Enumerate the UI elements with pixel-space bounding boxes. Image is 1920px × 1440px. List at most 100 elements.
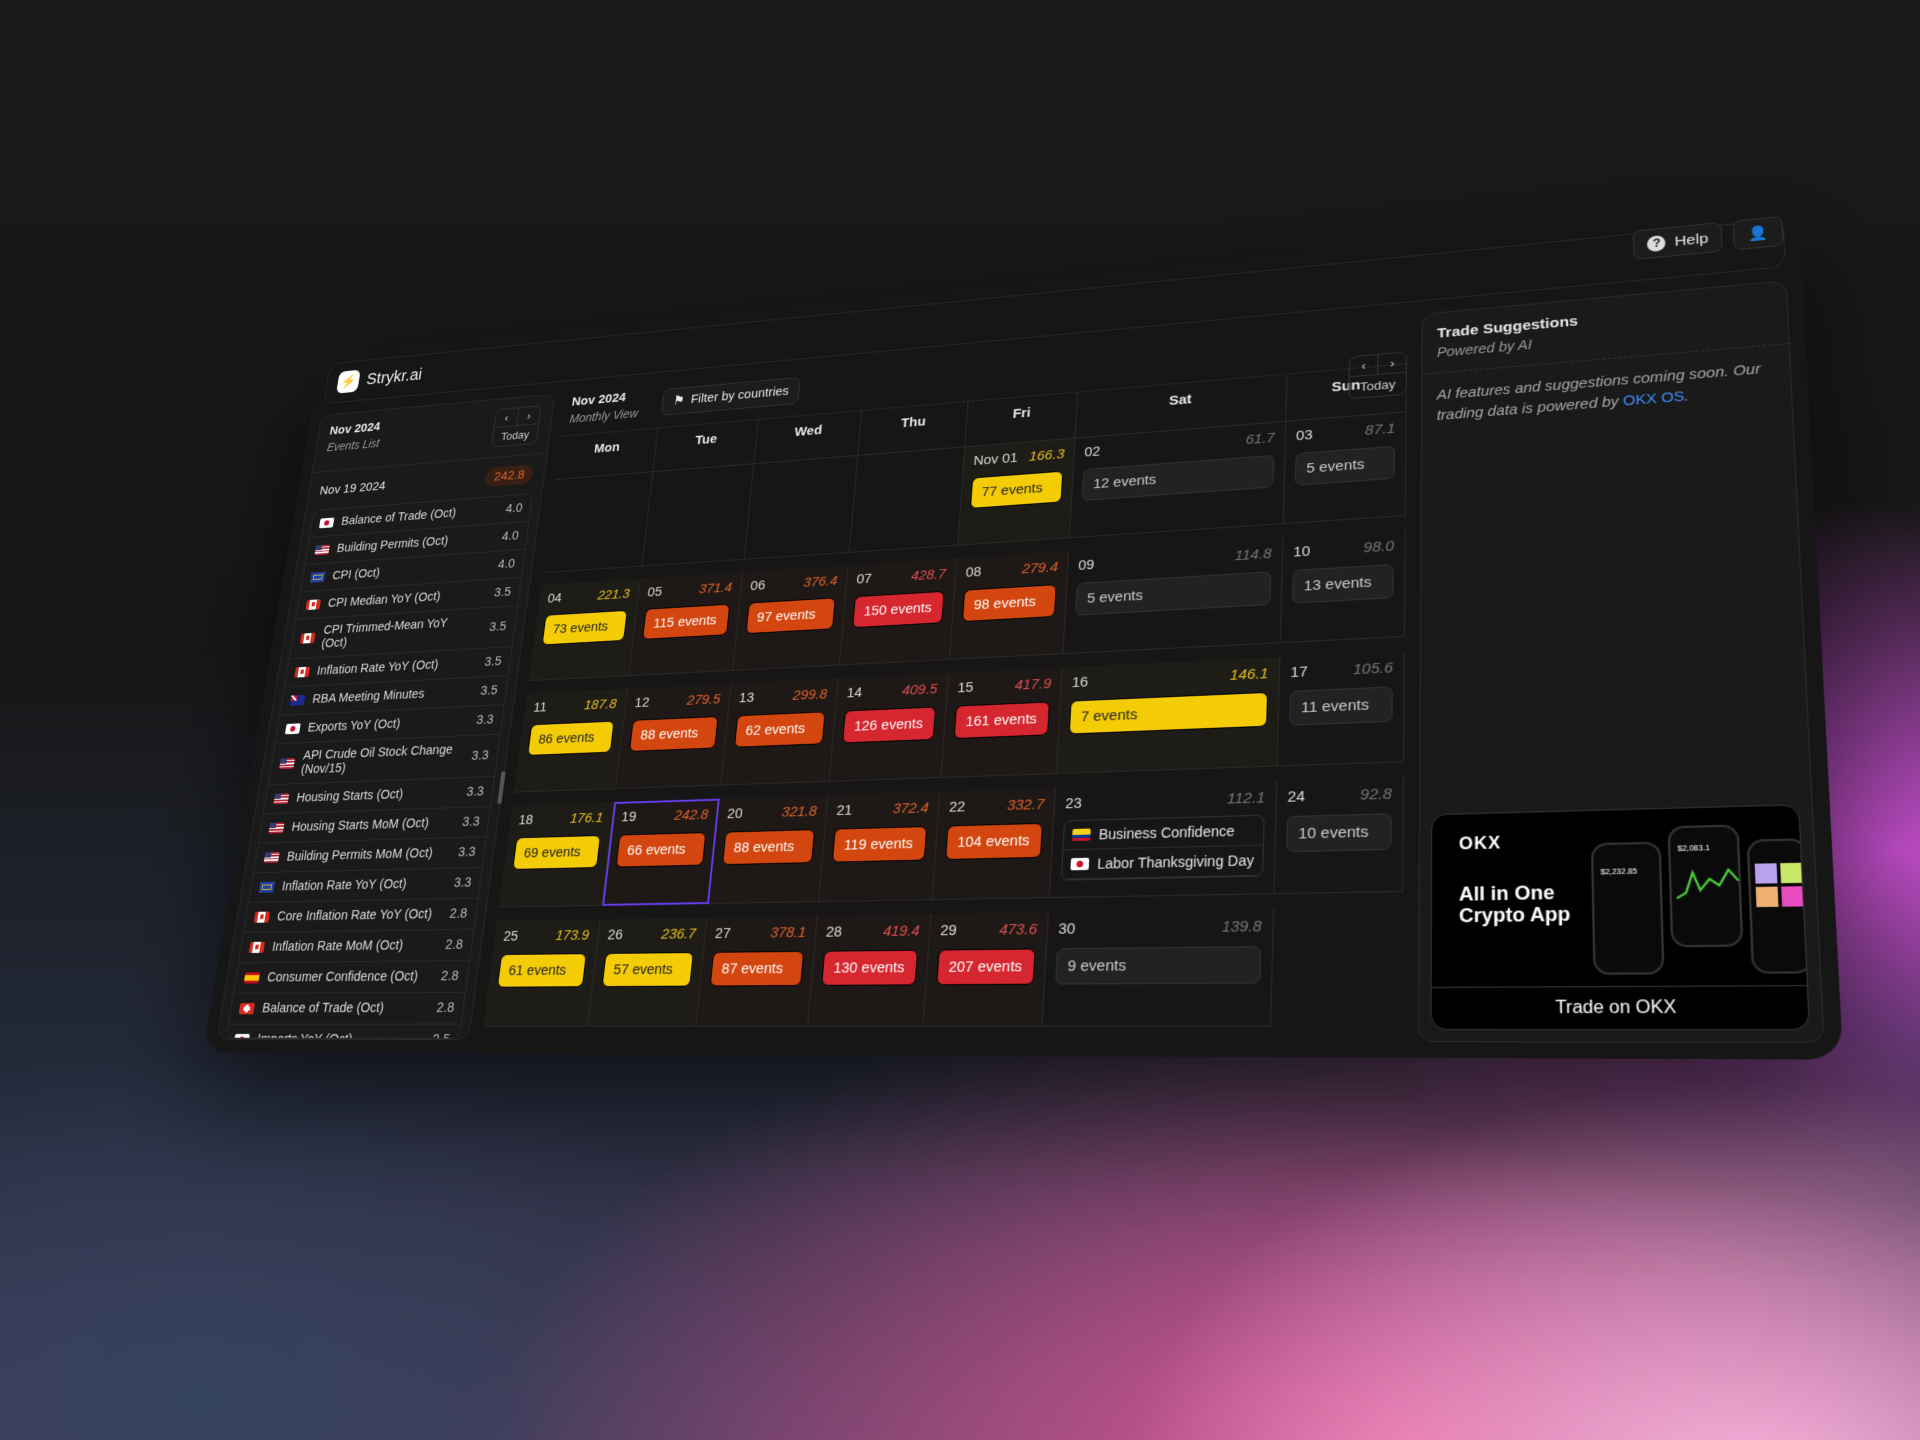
calendar-day-cell[interactable]: 22 332.7 104 events	[932, 787, 1057, 901]
events-count-badge[interactable]: 126 events	[842, 706, 937, 744]
calendar-day-cell[interactable]: 08 279.4 98 events	[950, 551, 1070, 660]
events-count-badge[interactable]: 115 events	[642, 603, 731, 640]
chevron-left-icon[interactable]: ‹	[494, 408, 520, 428]
events-count-badge[interactable]: 98 events	[962, 584, 1057, 623]
calendar-day-cell[interactable]: Nov 01 166.3 77 events	[958, 438, 1076, 546]
calendar-day-cell[interactable]: 24 92.8 10 events	[1274, 776, 1404, 895]
day-number: 04	[546, 590, 563, 607]
day-score: 139.8	[1221, 917, 1262, 936]
day-number: 11	[532, 699, 548, 716]
events-count-badge[interactable]: 87 events	[709, 950, 805, 987]
events-count-badge[interactable]: 207 events	[936, 948, 1036, 986]
events-count-badge[interactable]: 97 events	[745, 597, 836, 635]
events-count-badge[interactable]: 73 events	[541, 609, 628, 646]
events-count-badge[interactable]: 88 events	[722, 829, 816, 866]
mini-event-item[interactable]: Labor Thanksgiving Day	[1062, 845, 1263, 880]
calendar-day-cell[interactable]: 27 378.1 87 events	[696, 915, 818, 1027]
selected-day-label: Nov 19 2024	[318, 478, 387, 498]
day-score: 166.3	[1028, 446, 1065, 465]
day-score: 146.1	[1229, 665, 1269, 684]
calendar-day-cell[interactable]: 14 409.5 126 events	[829, 672, 950, 782]
calendar-day-cell[interactable]: 18 176.1 69 events	[498, 802, 615, 908]
calendar-day-cell[interactable]: 07 428.7 150 events	[839, 558, 958, 666]
day-number: 06	[749, 577, 767, 594]
calendar-today-button[interactable]: Today	[1350, 373, 1406, 399]
events-count-badge[interactable]: 13 events	[1291, 563, 1394, 604]
chevron-right-icon[interactable]: ›	[1378, 352, 1406, 374]
event-list-item[interactable]: Balance of Trade (Oct) 2.8	[228, 992, 465, 1025]
event-name: CPI Median YoY (Oct)	[326, 589, 442, 611]
calendar-day-cell[interactable]: 05 371.4 115 events	[629, 572, 744, 676]
event-list-item[interactable]: Imports YoY (Oct) 2.5	[225, 1024, 461, 1040]
events-list-scrollbar[interactable]	[497, 771, 506, 805]
okx-ad-banner[interactable]: OKX All in One Crypto App $2,232.85 $2,0…	[1430, 804, 1811, 1031]
events-count-badge[interactable]: 77 events	[970, 470, 1064, 509]
okx-logo: OKX	[1458, 834, 1502, 854]
okx-os-link[interactable]: OKX OS	[1623, 389, 1685, 409]
event-list-item[interactable]: Consumer Confidence (Oct) 2.8	[233, 961, 470, 994]
chevron-right-icon[interactable]: ›	[517, 406, 541, 425]
events-count-badge[interactable]: 69 events	[512, 835, 601, 870]
events-count-badge[interactable]: 86 events	[527, 720, 615, 756]
events-count-badge[interactable]: 57 events	[601, 952, 694, 988]
filter-by-countries-button[interactable]: ⚑ Filter by countries	[660, 376, 802, 416]
event-list-item[interactable]: Core Inflation Rate YoY (Oct) 2.8	[243, 898, 478, 933]
events-count-badge[interactable]: 11 events	[1289, 686, 1393, 726]
day-score: 187.8	[583, 696, 618, 714]
event-impact-value: 2.8	[444, 937, 464, 953]
trade-on-okx-button[interactable]: Trade on OKX	[1431, 985, 1809, 1030]
calendar-day-cell[interactable]: 15 417.9 161 events	[941, 667, 1063, 778]
mini-event-name: Business Confidence	[1098, 822, 1235, 843]
calendar-day-cell[interactable]: 20 321.8 88 events	[708, 795, 829, 904]
event-list-item[interactable]: Inflation Rate YoY (Oct) 3.3	[248, 867, 482, 903]
day-score: 221.3	[596, 586, 631, 604]
events-count-badge[interactable]: 5 events	[1294, 445, 1395, 486]
events-count-badge[interactable]: 119 events	[831, 826, 928, 863]
calendar-day-cell[interactable]: 13 299.8 62 events	[721, 678, 839, 786]
events-count-badge[interactable]: 5 events	[1075, 571, 1272, 616]
calendar-day-cell[interactable]: 06 376.4 97 events	[733, 565, 849, 671]
chevron-left-icon[interactable]: ‹	[1349, 354, 1379, 377]
calendar-day-cell[interactable]: 21 372.4 119 events	[819, 791, 941, 903]
day-score: 242.8	[673, 806, 710, 824]
calendar-day-cell[interactable]: 30 139.8 9 events	[1042, 908, 1275, 1027]
app-name: Strykr.ai	[365, 365, 424, 389]
calendar-day-cell[interactable]: 04 221.3 73 events	[528, 578, 641, 682]
calendar-day-cell[interactable]: 09 114.8 5 events	[1063, 537, 1284, 655]
day-score: 378.1	[769, 924, 807, 942]
events-count-badge[interactable]: 66 events	[615, 832, 707, 868]
events-count-badge[interactable]: 12 events	[1081, 454, 1275, 501]
day-score: 87.1	[1364, 420, 1396, 439]
lightning-bolt-icon[interactable]: ⚡	[336, 369, 361, 394]
events-count-badge[interactable]: 61 events	[496, 953, 587, 988]
calendar-day-cell[interactable]: 12 279.5 88 events	[616, 683, 732, 790]
events-count-badge[interactable]: 161 events	[953, 701, 1051, 740]
events-count-badge[interactable]: 10 events	[1286, 813, 1392, 853]
calendar-day-cell[interactable]: 11 187.8 86 events	[513, 688, 628, 793]
calendar-day-cell[interactable]: 23 112.1 Business Confidence Labor Thanksgi…	[1049, 780, 1278, 899]
day-number: 18	[517, 811, 535, 829]
events-count-badge[interactable]: 88 events	[629, 716, 719, 752]
events-count-badge[interactable]: 150 events	[852, 590, 945, 629]
calendar-day-cell[interactable]: 02 61.7 12 events	[1070, 421, 1287, 539]
event-impact-value: 3.5	[479, 683, 499, 699]
calendar-day-cell[interactable]: 03 87.1 5 events	[1283, 412, 1407, 525]
calendar-day-cell[interactable]: 29 473.6 207 events	[923, 912, 1050, 1027]
event-list-item[interactable]: Inflation Rate MoM (Oct) 2.8	[238, 929, 474, 964]
user-button[interactable]: 👤	[1732, 215, 1784, 251]
events-count-badge[interactable]: 9 events	[1055, 946, 1262, 985]
calendar-day-cell[interactable]: 25 173.9 61 events	[483, 919, 601, 1027]
calendar-day-cell[interactable]: 28 419.4 130 events	[808, 914, 932, 1027]
calendar-day-cell[interactable]: 19 242.8 66 events	[602, 798, 720, 906]
mini-event-item[interactable]: Business Confidence	[1063, 815, 1264, 851]
calendar-day-cell[interactable]: 16 146.1 7 events	[1056, 656, 1281, 775]
event-name: CPI Trimmed-Mean YoY (Oct)	[320, 616, 449, 651]
calendar-day-cell[interactable]: 17 105.6 11 events	[1277, 650, 1405, 767]
events-count-badge[interactable]: 104 events	[945, 822, 1044, 861]
events-count-badge[interactable]: 130 events	[821, 949, 919, 986]
events-count-badge[interactable]: 62 events	[734, 711, 826, 748]
calendar-day-cell[interactable]: 26 236.7 57 events	[588, 917, 708, 1027]
calendar-day-cell[interactable]: 10 98.0 13 events	[1280, 529, 1406, 644]
events-count-badge[interactable]: 7 events	[1068, 691, 1269, 735]
today-button[interactable]: Today	[492, 424, 539, 447]
